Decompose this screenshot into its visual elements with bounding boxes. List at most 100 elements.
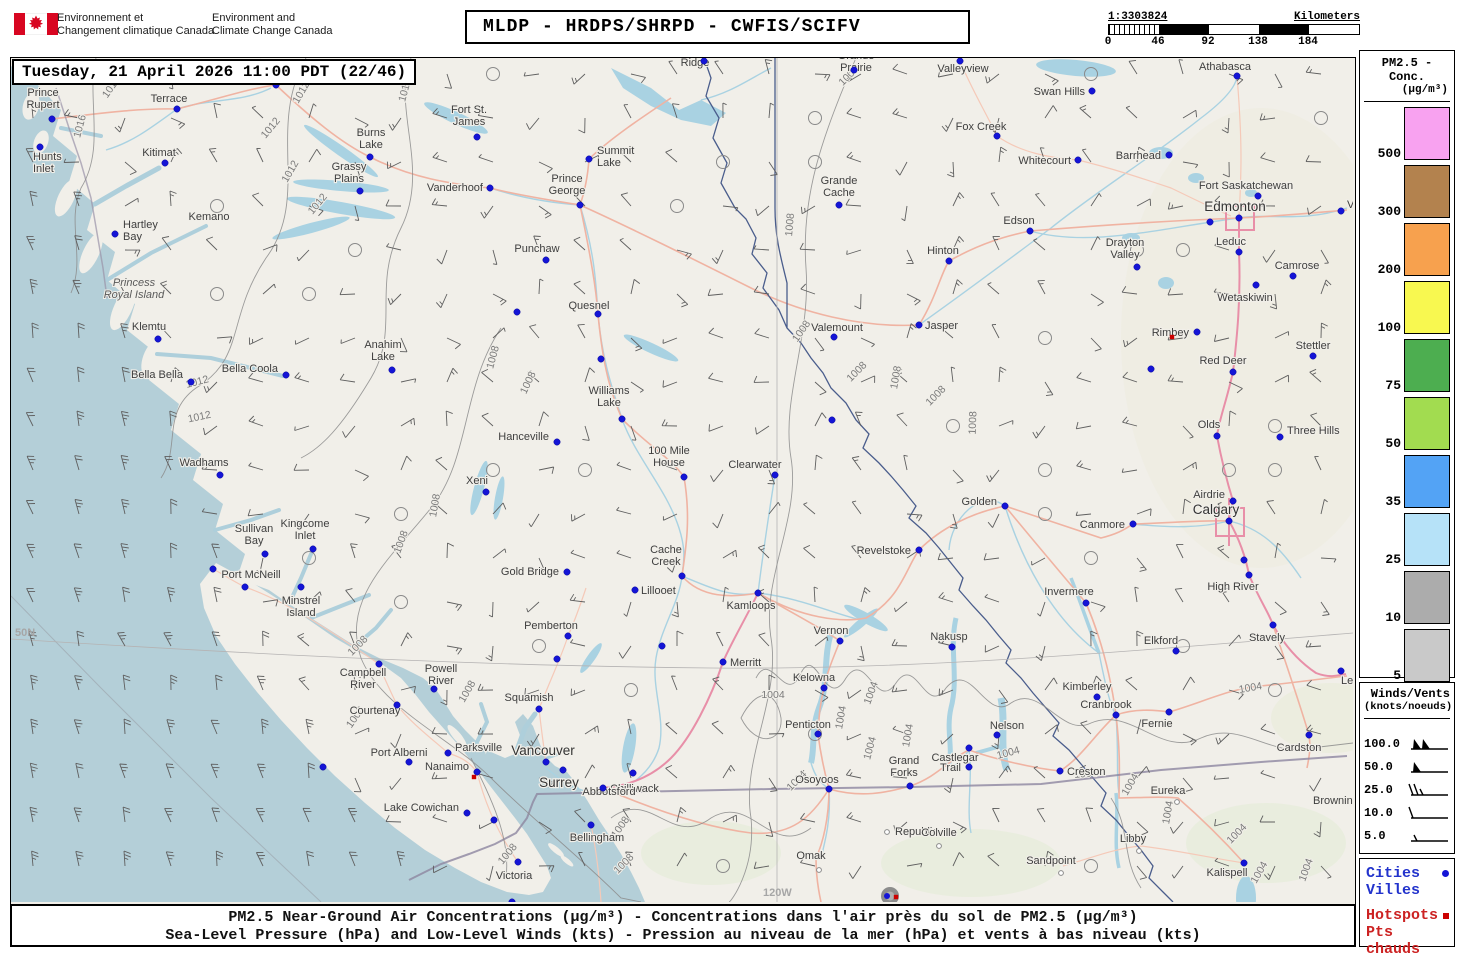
city-dot bbox=[542, 256, 550, 264]
us-forest-tint bbox=[641, 821, 781, 885]
city-dot bbox=[1165, 708, 1173, 716]
city-dot bbox=[388, 366, 396, 374]
city-label: Kitimat bbox=[142, 147, 176, 159]
city-dot bbox=[366, 153, 374, 161]
city-label: Stavely bbox=[1249, 632, 1286, 644]
logo-text-french: Environnement et Changement climatique Ca… bbox=[57, 12, 215, 37]
city-label: Abbotsford bbox=[582, 786, 635, 798]
city-dot bbox=[297, 583, 305, 591]
city-label: Pemberton bbox=[524, 620, 578, 632]
city-dot bbox=[473, 133, 481, 141]
city-dot bbox=[915, 321, 923, 329]
city-dot bbox=[1213, 432, 1221, 440]
city-label: Valemount bbox=[811, 322, 863, 334]
divider bbox=[1364, 718, 1450, 719]
city-label: Kemano bbox=[189, 211, 230, 223]
pm25-level-row: 35 bbox=[1364, 455, 1450, 509]
pm25-color-swatch bbox=[1404, 281, 1450, 334]
scale-tick: 138 bbox=[1248, 36, 1268, 48]
wind-speed-value: 25.0 bbox=[1364, 783, 1393, 797]
city-dot bbox=[356, 187, 364, 195]
city-dot bbox=[405, 758, 413, 766]
city-label: Kelowna bbox=[793, 672, 836, 684]
scale-tick: 0 bbox=[1104, 36, 1112, 48]
city-label: Squamish bbox=[505, 692, 554, 704]
city-label: Punchaw bbox=[514, 243, 559, 255]
pm25-level-value: 5 bbox=[1393, 668, 1401, 683]
city-dot bbox=[48, 115, 56, 123]
city-label: Athabasca bbox=[1199, 61, 1252, 73]
hotspot-square-icon bbox=[1443, 912, 1449, 919]
city-label: Camrose bbox=[1275, 260, 1320, 272]
city-dot bbox=[956, 57, 964, 65]
wind-barb-icon bbox=[1408, 806, 1448, 819]
city-label: Nakusp bbox=[930, 631, 967, 643]
wind-speed-value: 50.0 bbox=[1364, 760, 1393, 774]
city-dot bbox=[1001, 502, 1009, 510]
city-dot bbox=[430, 685, 438, 693]
city-dot bbox=[835, 201, 843, 209]
city-dot bbox=[618, 415, 626, 423]
city-dot bbox=[241, 583, 249, 591]
winds-legend-units: (knots/noeuds) bbox=[1364, 701, 1453, 713]
pm25-color-swatch bbox=[1404, 571, 1450, 624]
city-dot bbox=[309, 545, 317, 553]
pm25-legend-title: PM2.5 - Conc. bbox=[1381, 56, 1433, 84]
city-dot bbox=[1252, 281, 1260, 289]
city-label: Burns Lake bbox=[357, 127, 386, 151]
city-dot bbox=[1225, 517, 1233, 525]
city-dot bbox=[825, 785, 833, 793]
city-dot bbox=[1172, 647, 1180, 655]
scale-bar bbox=[1108, 24, 1360, 35]
city-dot bbox=[463, 809, 471, 817]
city-dot bbox=[490, 816, 498, 824]
city-label: Wadhams bbox=[179, 457, 229, 469]
city-dot bbox=[542, 758, 550, 766]
city-dot bbox=[535, 705, 543, 713]
city-label: Osoyoos bbox=[795, 774, 839, 786]
cities-label-en: Cities bbox=[1366, 865, 1421, 882]
city-label: Fort St. James bbox=[451, 104, 487, 128]
pm25-level-value: 10 bbox=[1385, 610, 1401, 625]
city-dot bbox=[261, 550, 269, 558]
winds-legend-title: Winds/Vents bbox=[1370, 687, 1450, 701]
wind-speed-value: 100.0 bbox=[1364, 737, 1401, 751]
pm25-level-row: 300 bbox=[1364, 165, 1450, 219]
city-label: Drayton Valley bbox=[1106, 237, 1145, 261]
city-label: Parksville bbox=[455, 742, 502, 754]
city-label: Quesnel bbox=[569, 300, 610, 312]
city-dot bbox=[1269, 621, 1277, 629]
city-label: Lake Cowichan bbox=[384, 802, 459, 814]
divider bbox=[1364, 101, 1450, 102]
pm25-legend: PM2.5 - Conc. (µg/m³) 500 300 200 100 75 50 35… bbox=[1359, 50, 1455, 683]
city-label: Vancouver bbox=[511, 743, 575, 758]
city-label: Three Hills bbox=[1287, 425, 1340, 437]
city-dot bbox=[393, 701, 401, 709]
city-label: Nelson bbox=[990, 720, 1024, 732]
city-dot bbox=[754, 589, 762, 597]
city-label: Xeni bbox=[466, 475, 488, 487]
city-dot bbox=[513, 308, 521, 316]
city-dot bbox=[553, 438, 561, 446]
city-dot bbox=[1082, 599, 1090, 607]
city-label: Golden bbox=[962, 496, 997, 508]
city-dot bbox=[559, 766, 567, 774]
city-dot bbox=[850, 66, 858, 74]
city-label: Edmonton bbox=[1204, 199, 1266, 214]
scale-tick: 92 bbox=[1201, 36, 1215, 48]
city-label: Jasper bbox=[925, 320, 958, 332]
city-dot bbox=[1289, 272, 1297, 280]
city-label: Cranbrook bbox=[1080, 699, 1132, 711]
pm25-level-value: 50 bbox=[1385, 436, 1401, 451]
timestamp-box: Tuesday, 21 April 2026 11:00 PDT (22/46) bbox=[12, 59, 417, 85]
city-label: Wetaskiwin bbox=[1217, 292, 1272, 304]
city-label: Fernie bbox=[1141, 718, 1172, 730]
city-label: Terrace bbox=[151, 93, 188, 105]
pressure-label: 1008 bbox=[783, 212, 797, 236]
city-label: Kalispell bbox=[1207, 867, 1248, 879]
city-dot bbox=[884, 893, 890, 899]
city-label: Barrhead bbox=[1116, 150, 1161, 162]
city-label: Cache Creek bbox=[650, 544, 682, 568]
city-dot bbox=[1233, 72, 1241, 80]
city-dot bbox=[1056, 767, 1064, 775]
